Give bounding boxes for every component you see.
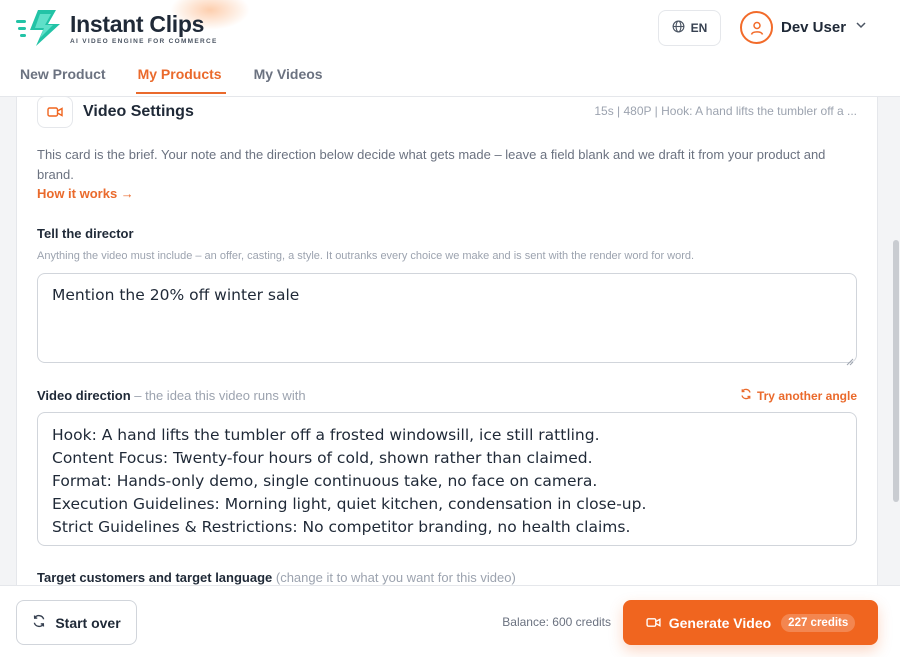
direction-label-row: Video direction – the idea this video ru…	[37, 388, 306, 403]
target-sublabel: (change it to what you want for this vid…	[272, 570, 516, 585]
refresh-icon	[740, 388, 752, 403]
chevron-down-icon	[854, 18, 868, 37]
brand-tagline: AI VIDEO ENGINE FOR COMMERCE	[70, 38, 218, 45]
user-name: Dev User	[781, 19, 847, 36]
director-textarea[interactable]: Mention the 20% off winter sale	[37, 273, 857, 366]
video-camera-icon	[646, 615, 661, 631]
start-over-label: Start over	[55, 614, 121, 631]
brand-logo[interactable]: Instant Clips AI VIDEO ENGINE FOR COMMER…	[16, 8, 218, 48]
tab-my-videos[interactable]: My Videos	[254, 66, 323, 94]
brand-name: Instant Clips	[70, 11, 205, 37]
logo-bolt-icon	[16, 8, 62, 48]
direction-line: Content Focus: Twenty-four hours of cold…	[52, 449, 593, 467]
tab-my-products[interactable]: My Products	[135, 66, 226, 94]
director-hint: Anything the video must include – an off…	[37, 250, 695, 262]
try-another-angle-button[interactable]: Try another angle	[740, 388, 857, 403]
try-another-angle-label: Try another angle	[756, 388, 857, 403]
direction-line: Format: Hands-only demo, single continuo…	[52, 472, 598, 490]
direction-textarea[interactable]: Hook: A hand lifts the tumbler off a fro…	[37, 412, 857, 546]
main-tabs: New Product My Products My Videos	[20, 66, 355, 94]
tab-new-product[interactable]: New Product	[20, 66, 106, 94]
card-summary: 15s | 480P | Hook: A hand lifts the tumb…	[594, 104, 857, 118]
target-label-row: Target customers and target language (ch…	[37, 570, 516, 585]
user-icon	[740, 11, 773, 44]
direction-label: Video direction	[37, 388, 131, 403]
direction-line: Execution Guidelines: Morning light, qui…	[52, 495, 647, 513]
refresh-icon	[32, 614, 46, 631]
top-bar: Instant Clips AI VIDEO ENGINE FOR COMMER…	[0, 0, 900, 97]
language-label: EN	[690, 21, 708, 35]
start-over-button[interactable]: Start over	[16, 600, 137, 645]
direction-line: Strict Guidelines & Restrictions: No com…	[52, 518, 631, 536]
card-title: Video Settings	[83, 103, 194, 120]
globe-icon	[672, 20, 685, 36]
direction-sublabel: – the idea this video runs with	[130, 388, 306, 403]
direction-line: Hook: A hand lifts the tumbler off a fro…	[52, 426, 600, 444]
card-intro: This card is the brief. Your note and th…	[37, 147, 826, 182]
credit-balance: Balance: 600 credits	[502, 615, 611, 629]
generate-video-label: Generate Video	[668, 614, 772, 631]
director-value: Mention the 20% off winter sale	[52, 286, 300, 304]
generate-credits-badge: 227 credits	[781, 613, 856, 632]
language-selector[interactable]: EN	[658, 10, 721, 46]
video-camera-icon	[37, 96, 73, 128]
resize-handle-icon[interactable]	[846, 352, 854, 366]
target-label: Target customers and target language	[37, 570, 273, 585]
action-footer: Start over Balance: 600 credits Generate…	[0, 585, 900, 657]
generate-video-button[interactable]: Generate Video 227 credits	[623, 600, 878, 645]
director-label: Tell the director	[37, 226, 134, 241]
card-header[interactable]: Video Settings 15s | 480P | Hook: A hand…	[37, 95, 857, 129]
page-scrollbar[interactable]	[893, 240, 899, 502]
how-it-works-link[interactable]: How it works →	[37, 186, 134, 201]
user-menu[interactable]: Dev User	[740, 11, 868, 44]
